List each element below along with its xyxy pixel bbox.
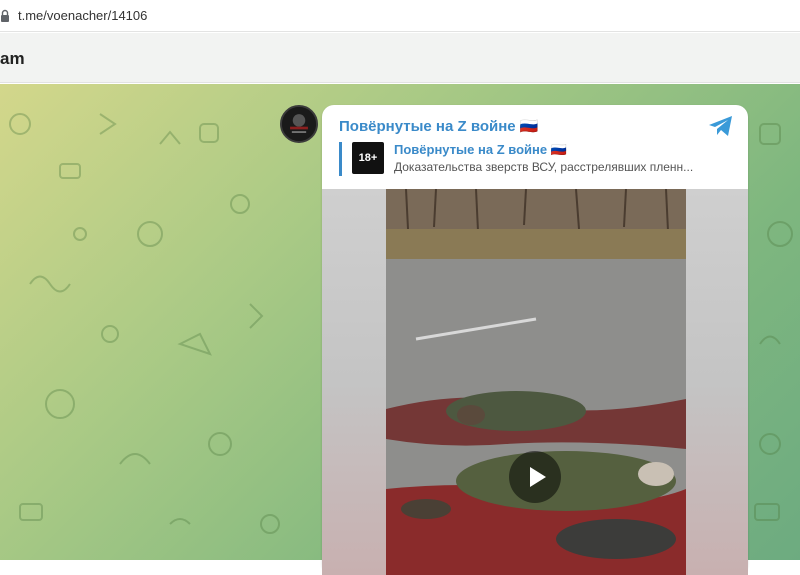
browser-address-bar[interactable]: t.me/voenacher/14106: [0, 0, 800, 32]
telegram-icon[interactable]: [708, 115, 734, 137]
telegram-header: am: [0, 33, 800, 83]
channel-name[interactable]: Повёрнутые на Z войне 🇷🇺: [339, 117, 538, 135]
channel-avatar[interactable]: [280, 105, 318, 143]
avatar-image: [282, 107, 316, 141]
header-title: am: [0, 49, 25, 68]
play-button[interactable]: [509, 451, 561, 503]
reply-thumbnail: 18+: [352, 142, 384, 174]
video-frame: [386, 189, 686, 575]
reply-preview[interactable]: 18+ Повёрнутые на Z войне 🇷🇺 Доказательс…: [339, 142, 729, 176]
url-text[interactable]: t.me/voenacher/14106: [18, 8, 147, 23]
reply-text: Доказательства зверств ВСУ, расстрелявши…: [394, 160, 694, 174]
message-bubble: Повёрнутые на Z войне 🇷🇺 18+ Повёрнутые …: [322, 105, 748, 575]
video-player[interactable]: [322, 189, 748, 575]
lock-icon: [1, 9, 9, 22]
reply-title: Повёрнутые на Z войне 🇷🇺: [394, 142, 567, 157]
play-icon: [530, 467, 546, 487]
